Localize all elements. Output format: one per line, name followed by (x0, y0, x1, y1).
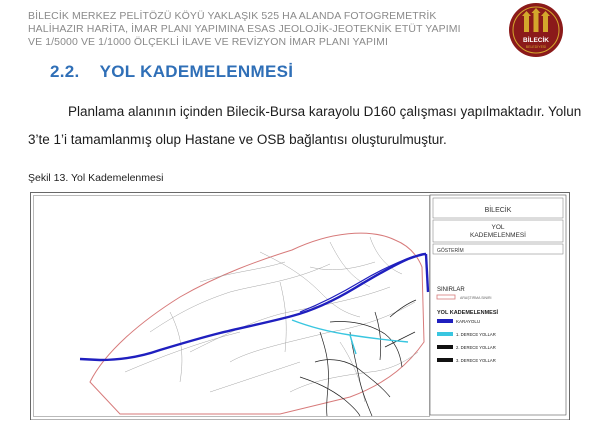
road-hierarchy-map: BİLECİK YOL KADEMELENMESİ GÖSTERİM SINIR… (30, 192, 570, 421)
legend-swatch-2-derece (437, 345, 453, 349)
map-legend: BİLECİK YOL KADEMELENMESİ GÖSTERİM SINIR… (429, 194, 567, 416)
second-third-degree-roads (299, 299, 417, 417)
header-line-3: VE 1/5000 VE 1/1000 ÖLÇEKLİ İLAVE VE REV… (28, 36, 388, 48)
legend-gosterim: GÖSTERİM (437, 247, 464, 254)
legend-sinir-item: ARAŞTIRMA SINIRI (460, 296, 492, 300)
section-title: YOL KADEMELENMESİ (99, 62, 294, 81)
legend-swatch-3-derece (437, 358, 453, 362)
road-hierarchy-map-figure: BİLECİK YOL KADEMELENMESİ GÖSTERİM SINIR… (30, 192, 570, 421)
header-line-2: HALİHAZIR HARİTA, İMAR PLANI YAPIMINA ES… (28, 23, 461, 35)
legend-swatch-karayolu (437, 319, 453, 323)
legend-swatch-1-derece (437, 332, 453, 336)
paragraph-line-2: 3’te 1’i tamamlanmış olup Hastane ve OSB… (28, 132, 447, 147)
section-heading: 2.2. YOL KADEMELENMESİ (50, 62, 293, 82)
logo-subtext: BELEDİYESİ (526, 44, 546, 49)
local-road-network (124, 236, 419, 403)
legend-item-2-derece: 2. DERECE YOLLAR (456, 345, 496, 350)
legend-place: BİLECİK (485, 205, 512, 214)
paragraph-line-1: Planlama alanının içinden Bilecik-Bursa … (68, 104, 582, 119)
legend-sinirlar: SINIRLAR (437, 287, 465, 293)
legend-item-1-derece: 1. DERECE YOLLAR (456, 332, 496, 337)
bilecik-municipality-logo: BİLECİK BELEDİYESİ (509, 3, 563, 57)
figure-caption: Şekil 13. Yol Kademelenmesi (28, 172, 164, 184)
highway-branch (424, 253, 430, 293)
legend-item-karayolu: KARAYOLU (456, 319, 480, 324)
map-inner-frame (33, 195, 430, 417)
legend-title-line1: YOL (491, 224, 504, 231)
header-line-1: BİLECİK MERKEZ PELİTÖZÜ KÖYÜ YAKLAŞIK 52… (28, 10, 437, 22)
legend-item-3-derece: 3. DERECE YOLLAR (456, 358, 496, 363)
body-paragraph: Planlama alanının içinden Bilecik-Bursa … (28, 98, 582, 154)
highway-d160 (79, 252, 427, 362)
legend-kademe-title: YOL KADEMELENMESİ (437, 309, 498, 316)
legend-title-line2: KADEMELENMESİ (470, 230, 526, 239)
document-header: BİLECİK MERKEZ PELİTÖZÜ KÖYÜ YAKLAŞIK 52… (28, 10, 508, 49)
logo-text: BİLECİK (523, 36, 549, 44)
section-number: 2.2. (50, 62, 80, 81)
